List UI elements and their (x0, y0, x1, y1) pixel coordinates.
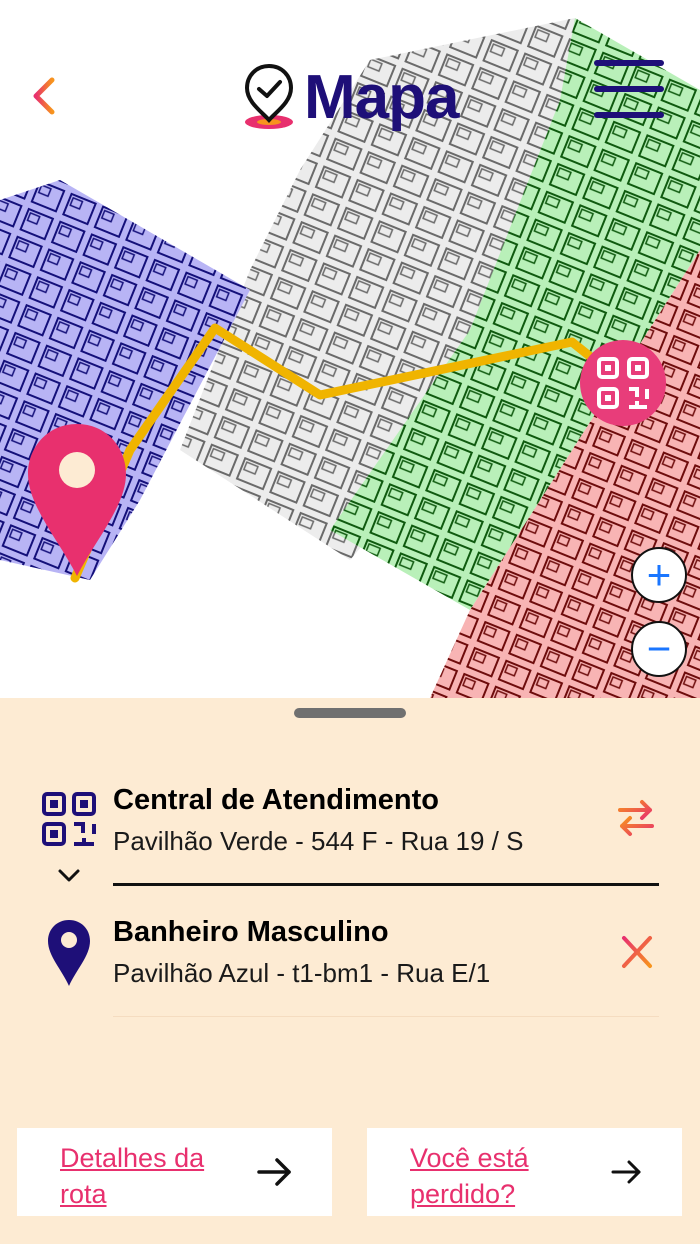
page-title: Mapa (304, 62, 459, 132)
close-icon (622, 936, 652, 968)
destination-row[interactable]: Banheiro Masculino Pavilhão Azul - t1-bm… (0, 912, 700, 992)
destination-pin-icon[interactable] (24, 420, 130, 580)
zoom-in-label: + (646, 551, 672, 598)
location-check-icon (244, 63, 294, 129)
qr-code-icon (42, 792, 96, 846)
zoom-out-label: − (646, 625, 672, 672)
swap-icon (618, 800, 654, 836)
origin-qr-marker[interactable] (580, 340, 666, 426)
header: Mapa (0, 40, 700, 150)
arrow-right-icon (257, 1158, 291, 1186)
sheet-drag-handle[interactable] (294, 708, 406, 718)
back-button[interactable] (30, 70, 86, 122)
menu-button[interactable] (594, 58, 666, 124)
swap-button[interactable] (614, 796, 658, 840)
arrow-right-icon (611, 1160, 641, 1184)
divider (113, 883, 659, 886)
arrow-left-icon (33, 77, 81, 115)
divider (113, 1016, 659, 1017)
route-details-label: Detalhes da rota (60, 1143, 205, 1209)
zoom-in-button[interactable]: + (631, 547, 687, 603)
lost-help-label: Você está perdido? (410, 1143, 529, 1209)
page-title-group: Mapa (240, 52, 459, 142)
destination-detail: Pavilhão Azul - t1-bm1 - Rua E/1 (113, 958, 491, 988)
route-sheet: Central de Atendimento Pavilhão Verde - … (0, 698, 700, 1244)
map-pin-icon (48, 920, 90, 986)
zoom-out-button[interactable]: − (631, 621, 687, 677)
chevron-down-icon[interactable] (57, 866, 81, 884)
qr-code-icon (597, 357, 649, 409)
clear-destination-button[interactable] (614, 930, 658, 974)
origin-detail: Pavilhão Verde - 544 F - Rua 19 / S (113, 826, 524, 856)
route-details-button[interactable]: Detalhes da rota (17, 1128, 332, 1216)
lost-help-button[interactable]: Você está perdido? (367, 1128, 682, 1216)
origin-row[interactable]: Central de Atendimento Pavilhão Verde - … (0, 780, 700, 860)
origin-name: Central de Atendimento (113, 784, 440, 816)
destination-name: Banheiro Masculino (113, 916, 389, 948)
